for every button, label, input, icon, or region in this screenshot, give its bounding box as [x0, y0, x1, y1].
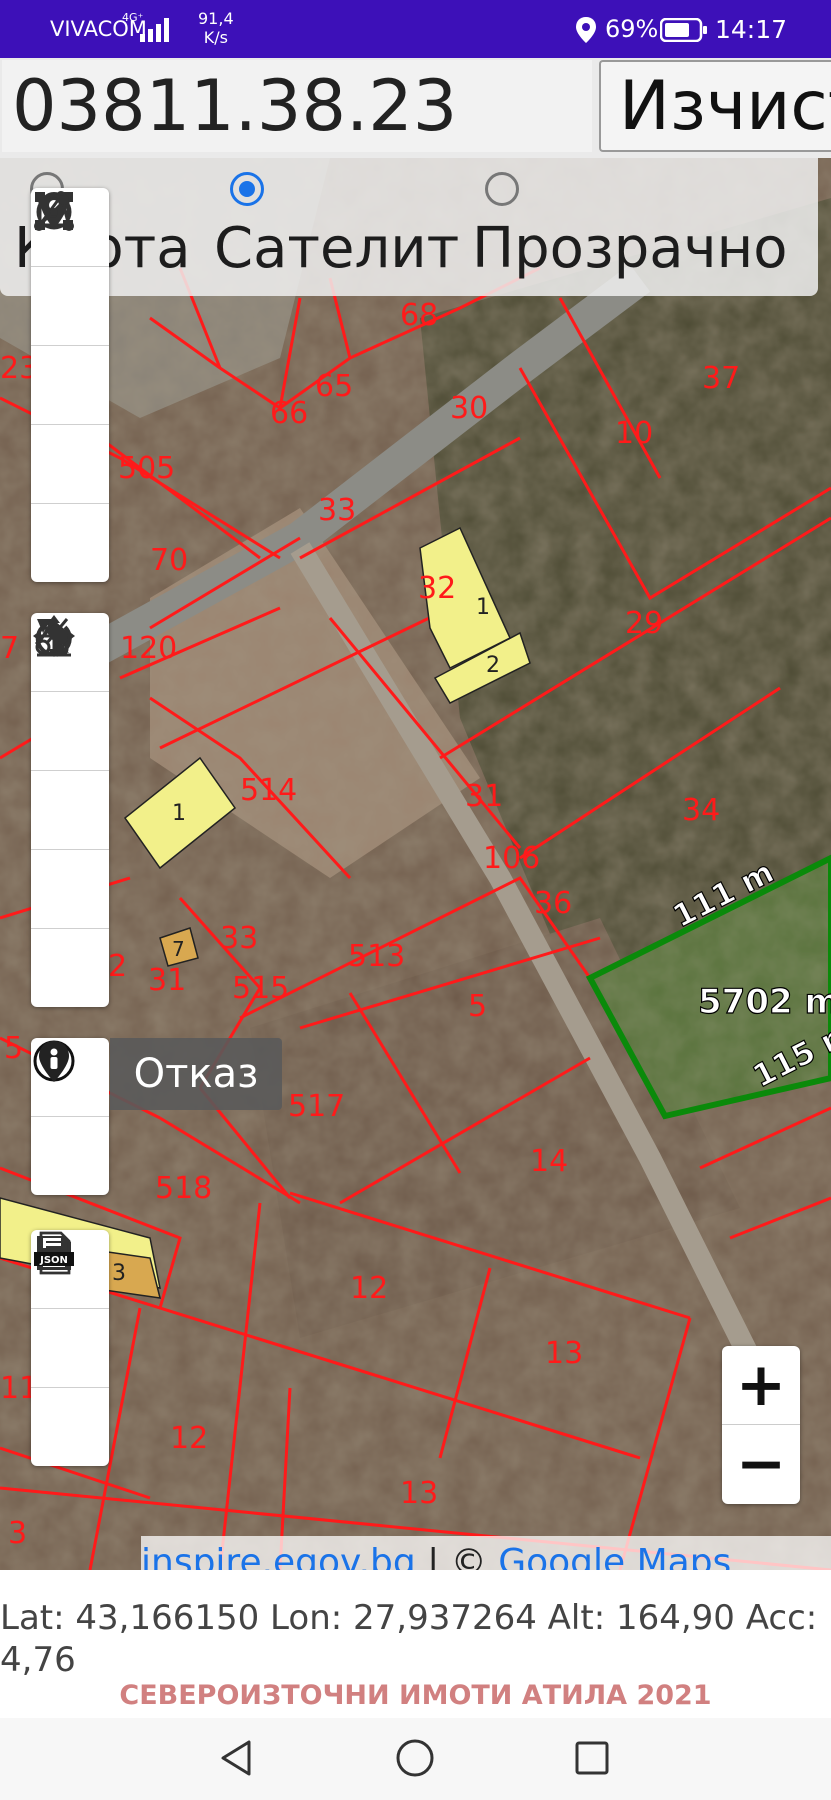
battery-icon [660, 18, 707, 42]
layer-label-transparent[interactable]: Прозрачно [472, 216, 788, 281]
export-toolbar: SHP JSON [31, 1230, 109, 1466]
parcel-label: 2 [108, 949, 127, 984]
area-label: 5702 m² [698, 982, 831, 1022]
parcel-label: 32 [418, 571, 456, 606]
parcel-label: 13 [545, 1336, 583, 1371]
map-view[interactable]: 68 37 65 66 30 10 23 505 33 70 32 1 2 29… [0, 158, 831, 1570]
back-icon [221, 1740, 251, 1776]
recents-button[interactable] [562, 1732, 622, 1784]
parcel-label: 505 [118, 451, 175, 486]
parcel-label: 30 [450, 391, 488, 426]
radio-satellite[interactable] [230, 172, 264, 206]
status-bar: VIVACOM 4G⁺ 91,4 K/s 69% 14:17 [0, 0, 831, 58]
parcel-label: 36 [534, 886, 572, 921]
parcel-label: 5 [4, 1031, 23, 1066]
undo-icon [35, 619, 72, 657]
inspire-link[interactable]: inspire.egov.bg [141, 1542, 416, 1570]
parcel-label: 33 [318, 493, 356, 528]
parcel-label: 34 [682, 793, 720, 828]
parcel-search-input[interactable] [2, 60, 592, 152]
data-speed-unit: K/s [203, 28, 228, 47]
draw-polyline-button[interactable] [31, 192, 109, 346]
parcel-label: 12 [170, 1421, 208, 1456]
radio-transparent[interactable] [485, 172, 519, 206]
google-maps-link[interactable]: Google Maps [498, 1542, 731, 1570]
move-button[interactable] [31, 615, 109, 771]
home-icon [396, 1739, 434, 1777]
parcel-label: 5 [468, 989, 487, 1024]
json-file-icon: JSON [34, 1231, 74, 1275]
satellite-map[interactable]: 68 37 65 66 30 10 23 505 33 70 32 1 2 29… [0, 158, 831, 1570]
edit-toolbar [31, 613, 109, 1007]
zoom-in-button[interactable]: + [722, 1346, 800, 1425]
parcel-label: 515 [232, 971, 289, 1006]
parcel-label: 3 [8, 1516, 27, 1551]
battery-level: 69% [605, 15, 659, 43]
my-location-icon [39, 1041, 69, 1082]
parcel-label: 517 [288, 1089, 345, 1124]
parcel-label: 65 [315, 369, 353, 404]
attribution-separator: | © [415, 1542, 499, 1570]
parcel-label: 513 [348, 939, 405, 974]
clear-button[interactable]: Изчисти [599, 60, 831, 152]
parcel-label: 7 [172, 937, 185, 961]
parcel-label: 68 [400, 298, 438, 333]
parcel-label: 2 [486, 653, 500, 678]
draw-polygon-button[interactable] [31, 191, 109, 504]
parcel-label: 518 [155, 1171, 212, 1206]
parcel-label: 13 [400, 1476, 438, 1511]
clock: 14:17 [715, 15, 788, 44]
location-pin-icon [576, 17, 596, 43]
footer-brand: СЕВЕРОИЗТОЧНИ ИМОТИ АТИЛА 2021 [119, 1680, 712, 1711]
parcel-label: 14 [530, 1144, 568, 1179]
export-json-button[interactable]: JSON [31, 1231, 109, 1466]
draw-toolbar [31, 188, 109, 582]
location-readout: Lat: 43,166150 Lon: 27,937264 Alt: 164,9… [0, 1598, 818, 1680]
parcel-label: 10 [615, 416, 653, 451]
parcel-label: 37 [702, 361, 740, 396]
parcel-label: 120 [120, 631, 177, 666]
parcel-label: 66 [270, 396, 308, 431]
data-speed-value: 91,4 [198, 9, 234, 28]
parcel-label: 12 [350, 1271, 388, 1306]
parcel-label: 31 [148, 963, 186, 998]
parcel-label: 1 [476, 595, 490, 620]
draw-circle-button[interactable] [31, 194, 109, 582]
parcel-label: 3 [112, 1261, 126, 1286]
parcel-label: 106 [483, 841, 540, 876]
layer-selector: Карта Сателит Прозрачно [0, 158, 818, 296]
signal-icon [140, 18, 169, 42]
parcel-label: 70 [150, 543, 188, 578]
circle-icon [36, 194, 72, 230]
map-attribution: inspire.egov.bg | © Google Maps [141, 1536, 831, 1570]
layer-label-satellite[interactable]: Сателит [214, 216, 459, 281]
data-speed: 91,4 K/s [198, 9, 234, 47]
my-location-button[interactable] [31, 1041, 109, 1195]
undo-button[interactable] [31, 619, 109, 1007]
cancel-tooltip[interactable]: Отказ [110, 1038, 282, 1110]
back-button[interactable] [207, 1732, 267, 1784]
cut-button[interactable] [31, 618, 109, 850]
info-toolbar: i [31, 1038, 109, 1195]
parcel-label: 31 [465, 779, 503, 814]
search-bar: Изчисти [0, 58, 831, 158]
parcel-label: 7 [0, 631, 19, 666]
system-nav-bar [0, 1718, 831, 1800]
zoom-out-button[interactable]: − [722, 1425, 800, 1503]
parcel-label: 29 [625, 606, 663, 641]
home-button[interactable] [385, 1732, 445, 1784]
parcel-label: 1 [172, 801, 186, 826]
svg-text:JSON: JSON [39, 1255, 68, 1266]
zoom-control: + − [722, 1346, 800, 1504]
recents-icon [575, 1741, 609, 1775]
export-shp-button[interactable]: SHP [31, 1231, 109, 1388]
parcel-label: 33 [220, 921, 258, 956]
parcel-label: 514 [240, 773, 297, 808]
erase-button[interactable] [31, 620, 109, 929]
draw-rectangle-button[interactable] [31, 192, 109, 425]
